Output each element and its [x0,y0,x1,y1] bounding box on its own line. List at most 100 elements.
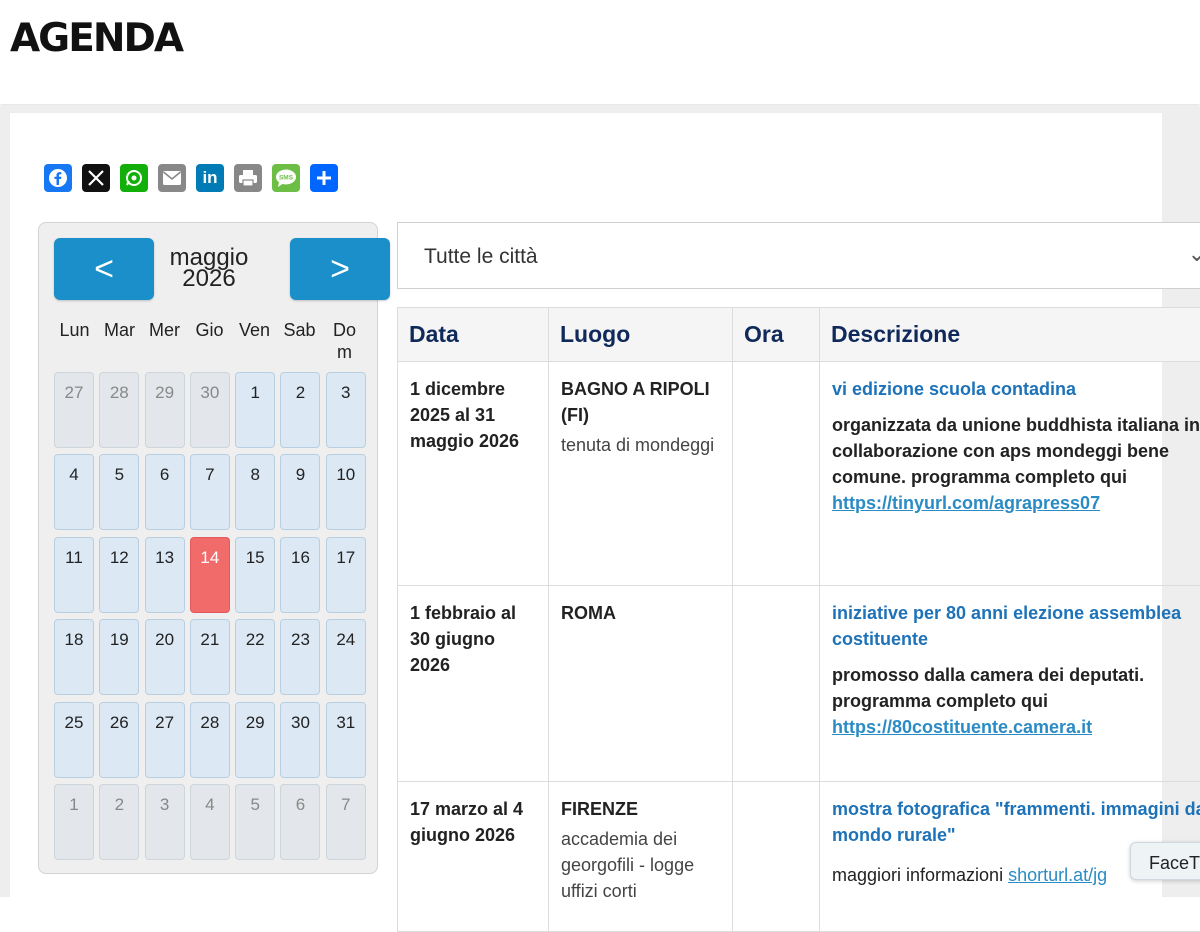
event-date: 1 dicembre 2025 al 31 maggio 2026 [398,362,549,586]
event-description: organizzata da unione buddhista italiana… [832,412,1200,516]
month-year: 2026 [157,268,261,289]
next-month-button[interactable]: > [290,238,390,300]
calendar-day-other-month[interactable]: 3 [145,784,185,860]
event-description-text: promosso dalla camera dei deputati. prog… [832,665,1144,711]
events-table: Data Luogo Ora Descrizione 1 dicembre 20… [397,307,1200,932]
calendar-day-other-month[interactable]: 4 [190,784,230,860]
calendar-day-other-month[interactable]: 6 [280,784,320,860]
weekday-label: Mer [142,319,187,363]
x-icon[interactable] [82,164,110,192]
share-bar: in SMS [44,164,338,192]
print-icon[interactable] [234,164,262,192]
calendar-day[interactable]: 2 [280,372,320,448]
calendar-day-other-month[interactable]: 29 [145,372,185,448]
calendar-day[interactable]: 23 [280,619,320,695]
share-icon[interactable] [310,164,338,192]
calendar-day[interactable]: 3 [326,372,366,448]
header-bar: AGENDA [0,0,1200,104]
city-select-value: Tutte le città [424,245,538,269]
event-url-link[interactable]: shorturl.at/jg [1008,865,1107,885]
facet-widget[interactable]: FaceT [1130,842,1200,880]
calendar-day[interactable]: 9 [280,454,320,530]
calendar-day[interactable]: 24 [326,619,366,695]
weekday-label: Sab [277,319,322,363]
page-title: AGENDA [10,16,182,61]
calendar-day[interactable]: 28 [190,702,230,778]
event-description: promosso dalla camera dei deputati. prog… [832,662,1200,740]
city-select[interactable]: Tutte le città ⌄ [397,222,1200,289]
calendar-day[interactable]: 5 [99,454,139,530]
event-url-link[interactable]: https://80costituente.camera.it [832,717,1092,737]
calendar-day[interactable]: 19 [99,619,139,695]
event-title-link[interactable]: iniziative per 80 anni elezione assemble… [832,600,1200,652]
calendar-day[interactable]: 12 [99,537,139,613]
prev-month-button[interactable]: < [54,238,154,300]
calendar-day[interactable]: 1 [235,372,275,448]
calendar-day[interactable]: 26 [99,702,139,778]
event-venue: tenuta di mondeggi [561,432,720,458]
event-time [733,362,820,586]
event-place-cell: FIRENZE accademia dei georgofili - logge… [549,782,733,932]
calendar-day[interactable]: 10 [326,454,366,530]
calendar-day[interactable]: 13 [145,537,185,613]
calendar-day[interactable]: 25 [54,702,94,778]
event-place-cell: BAGNO A RIPOLI (FI) tenuta di mondeggi [549,362,733,586]
event-date: 17 marzo al 4 giugno 2026 [398,782,549,932]
calendar-day[interactable]: 7 [190,454,230,530]
calendar-day[interactable]: 29 [235,702,275,778]
event-description-text: organizzata da unione buddhista italiana… [832,415,1200,487]
calendar-day[interactable]: 17 [326,537,366,613]
event-city: ROMA [561,600,720,626]
calendar-day[interactable]: 21 [190,619,230,695]
column-header-data: Data [398,308,549,362]
event-time [733,782,820,932]
svg-text:SMS: SMS [279,175,294,182]
table-header-row: Data Luogo Ora Descrizione [398,308,1200,362]
calendar-day[interactable]: 31 [326,702,366,778]
calendar-day[interactable]: 6 [145,454,185,530]
event-description-cell: iniziative per 80 anni elezione assemble… [820,586,1200,782]
linkedin-icon[interactable]: in [196,164,224,192]
column-header-descrizione: Descrizione [820,308,1200,362]
calendar-day[interactable]: 8 [235,454,275,530]
calendar-day[interactable]: 27 [145,702,185,778]
email-icon[interactable] [158,164,186,192]
calendar-day-other-month[interactable]: 1 [54,784,94,860]
month-calendar: < maggio 2026 > Lun Mar Mer Gio Ven Sab … [38,222,378,874]
event-place-cell: ROMA [549,586,733,782]
chevron-down-icon: ⌄ [1188,241,1200,267]
calendar-day[interactable]: 18 [54,619,94,695]
calendar-day-other-month[interactable]: 28 [99,372,139,448]
column-header-luogo: Luogo [549,308,733,362]
calendar-day-other-month[interactable]: 30 [190,372,230,448]
calendar-day-other-month[interactable]: 27 [54,372,94,448]
calendar-day[interactable]: 11 [54,537,94,613]
calendar-day[interactable]: 15 [235,537,275,613]
calendar-day-other-month[interactable]: 7 [326,784,366,860]
event-title-link[interactable]: vi edizione scuola contadina [832,376,1200,402]
calendar-day-today[interactable]: 14 [190,537,230,613]
current-month: maggio 2026 [157,247,261,289]
event-title-link[interactable]: mostra fotografica "frammenti. immagini … [832,796,1200,848]
calendar-day[interactable]: 30 [280,702,320,778]
calendar-day-other-month[interactable]: 2 [99,784,139,860]
whatsapp-icon[interactable] [120,164,148,192]
calendar-day[interactable]: 20 [145,619,185,695]
calendar-day-other-month[interactable]: 5 [235,784,275,860]
calendar-day[interactable]: 16 [280,537,320,613]
weekday-label: Mar [97,319,142,363]
weekday-label: Lun [52,319,97,363]
event-description-cell: vi edizione scuola contadina organizzata… [820,362,1200,586]
weekday-label: Ven [232,319,277,363]
sms-icon[interactable]: SMS [272,164,300,192]
calendar-day[interactable]: 22 [235,619,275,695]
event-venue: accademia dei georgofili - logge uffizi … [561,826,720,904]
weekday-label: Gio [187,319,232,363]
facebook-icon[interactable] [44,164,72,192]
calendar-day[interactable]: 4 [54,454,94,530]
days-grid: 2728293012345678910111213141516171819202… [54,372,369,860]
event-url-link[interactable]: https://tinyurl.com/agrapress07 [832,493,1100,513]
weekday-header: Lun Mar Mer Gio Ven Sab Dom [52,319,372,363]
table-row: 1 febbraio al 30 giugno 2026 ROMA inizia… [398,586,1200,782]
event-city: FIRENZE [561,796,720,822]
